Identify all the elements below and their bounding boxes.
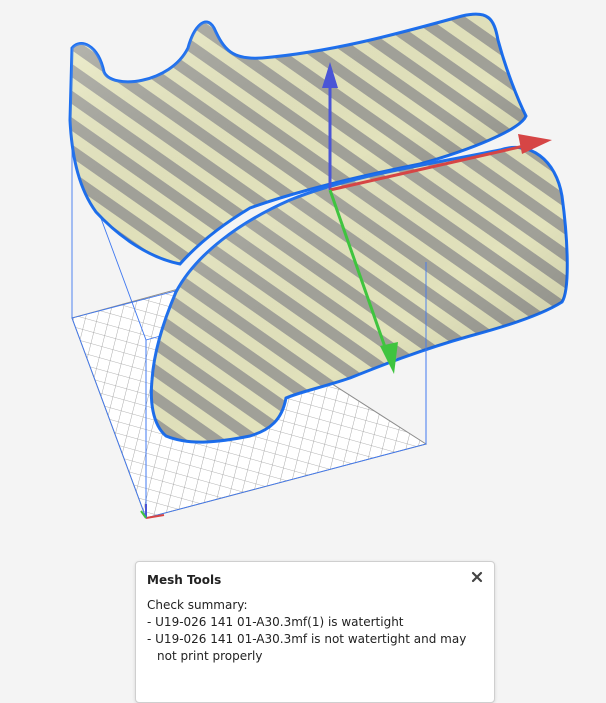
mesh-tools-panel: Mesh Tools Check summary: - U19-026 141 … [135, 561, 495, 703]
check-summary: Check summary: - U19-026 141 01-A30.3mf(… [147, 597, 483, 665]
panel-title: Mesh Tools [147, 573, 222, 587]
close-icon-glyph [471, 571, 483, 583]
summary-heading: Check summary: [147, 598, 248, 612]
close-icon[interactable] [469, 569, 485, 585]
summary-line-not-watertight: - U19-026 141 01-A30.3mf is not watertig… [147, 632, 467, 663]
summary-line-watertight: - U19-026 141 01-A30.3mf(1) is watertigh… [147, 615, 404, 629]
